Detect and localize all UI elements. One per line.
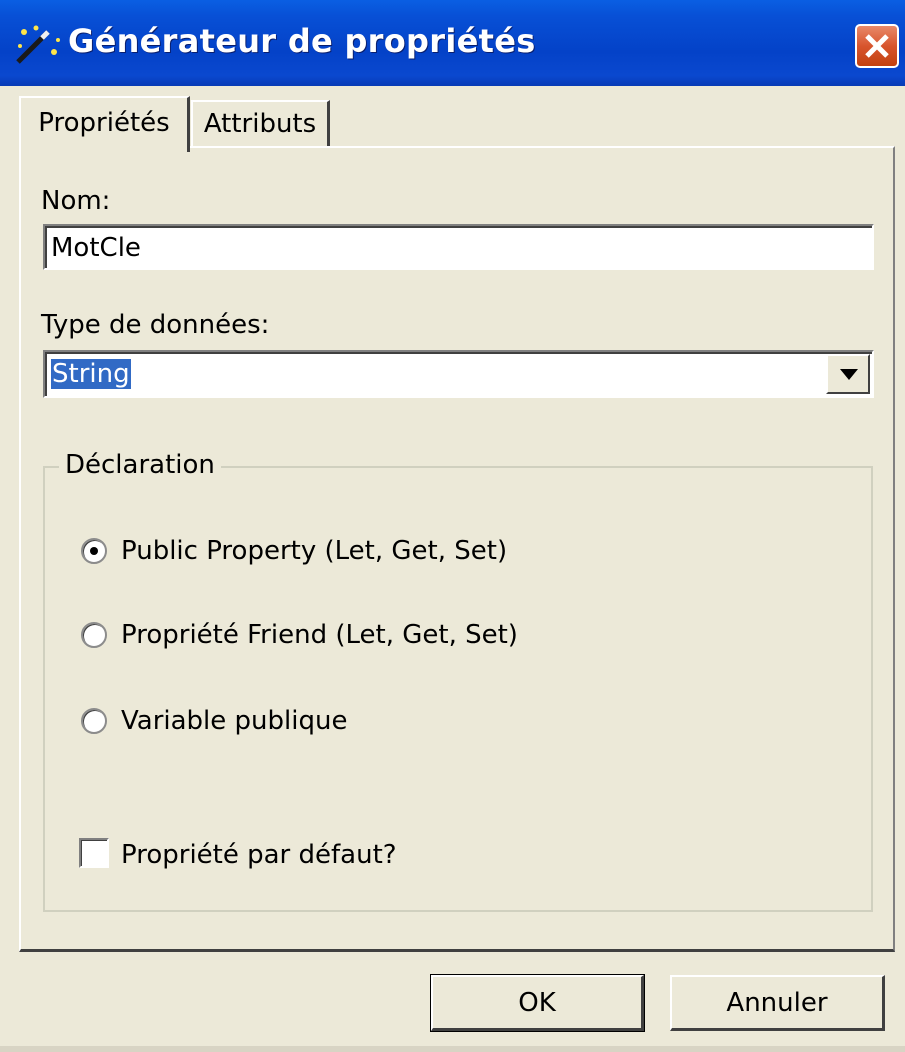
default-property-label[interactable]: Propriété par défaut?	[121, 840, 397, 870]
declaration-title: Déclaration	[59, 450, 221, 480]
default-property-checkbox[interactable]	[79, 838, 109, 868]
window-title: Générateur de propriétés	[68, 22, 536, 60]
name-input-value: MotCle	[51, 233, 141, 263]
tab-panel: Nom: MotCle Type de données: String Décl…	[19, 146, 895, 952]
radio-public-variable[interactable]	[81, 708, 107, 734]
radio-selected-dot	[90, 547, 98, 555]
radio-friend-property-label[interactable]: Propriété Friend (Let, Get, Set)	[121, 620, 518, 650]
window-bottom-edge	[0, 1046, 905, 1052]
tab-attributs[interactable]: Attributs	[191, 100, 330, 148]
radio-public-variable-label[interactable]: Variable publique	[121, 706, 347, 736]
type-combobox[interactable]: String	[43, 350, 874, 398]
ok-button[interactable]: OK	[430, 974, 645, 1032]
radio-public-property[interactable]	[81, 538, 107, 564]
radio-friend-property[interactable]	[81, 622, 107, 648]
radio-public-property-label[interactable]: Public Property (Let, Get, Set)	[121, 536, 507, 566]
title-bar[interactable]: Générateur de propriétés	[0, 0, 905, 86]
chevron-down-icon	[840, 369, 858, 380]
dropdown-button[interactable]	[826, 354, 870, 394]
close-button[interactable]	[855, 24, 899, 68]
cancel-button[interactable]: Annuler	[670, 975, 885, 1031]
declaration-groupbox: Déclaration Public Property (Let, Get, S…	[43, 450, 873, 912]
close-icon	[865, 34, 889, 58]
name-input[interactable]: MotCle	[43, 224, 874, 270]
type-combobox-value: String	[51, 359, 131, 389]
type-label: Type de données:	[41, 310, 270, 340]
magic-wand-icon	[16, 25, 60, 64]
tab-proprietes[interactable]: Propriétés	[19, 96, 190, 152]
name-label: Nom:	[41, 186, 111, 216]
